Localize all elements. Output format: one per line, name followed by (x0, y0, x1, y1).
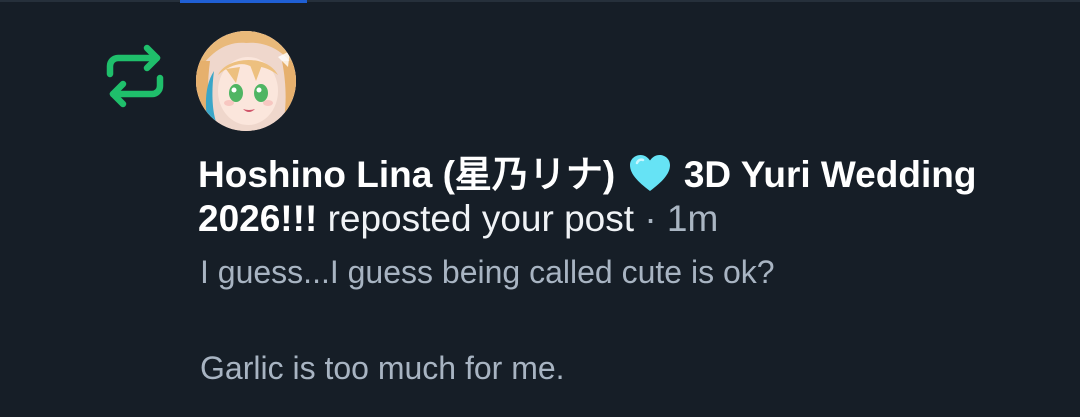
post-text-blank-line (200, 296, 1058, 344)
notification-headline: Hoshino Lina (星乃リナ) 3D Yuri Wedding 2026… (198, 153, 1058, 241)
reposted-post-text[interactable]: I guess...I guess being called cute is o… (200, 248, 1058, 392)
post-text-line: Garlic is too much for me. (200, 350, 565, 386)
time-separator: · (644, 198, 657, 239)
notification-body: Hoshino Lina (星乃リナ) 3D Yuri Wedding 2026… (198, 153, 1058, 392)
repost-icon (103, 44, 167, 108)
light-blue-heart-icon (628, 153, 672, 193)
action-text: reposted your post (327, 198, 635, 239)
post-text-line: I guess...I guess being called cute is o… (200, 254, 775, 290)
repost-notification[interactable]: Hoshino Lina (星乃リナ) 3D Yuri Wedding 2026… (0, 2, 1080, 417)
avatar[interactable] (196, 31, 296, 131)
timestamp: 1m (666, 198, 719, 239)
author-display-name: Hoshino Lina (星乃リナ) (198, 154, 616, 195)
